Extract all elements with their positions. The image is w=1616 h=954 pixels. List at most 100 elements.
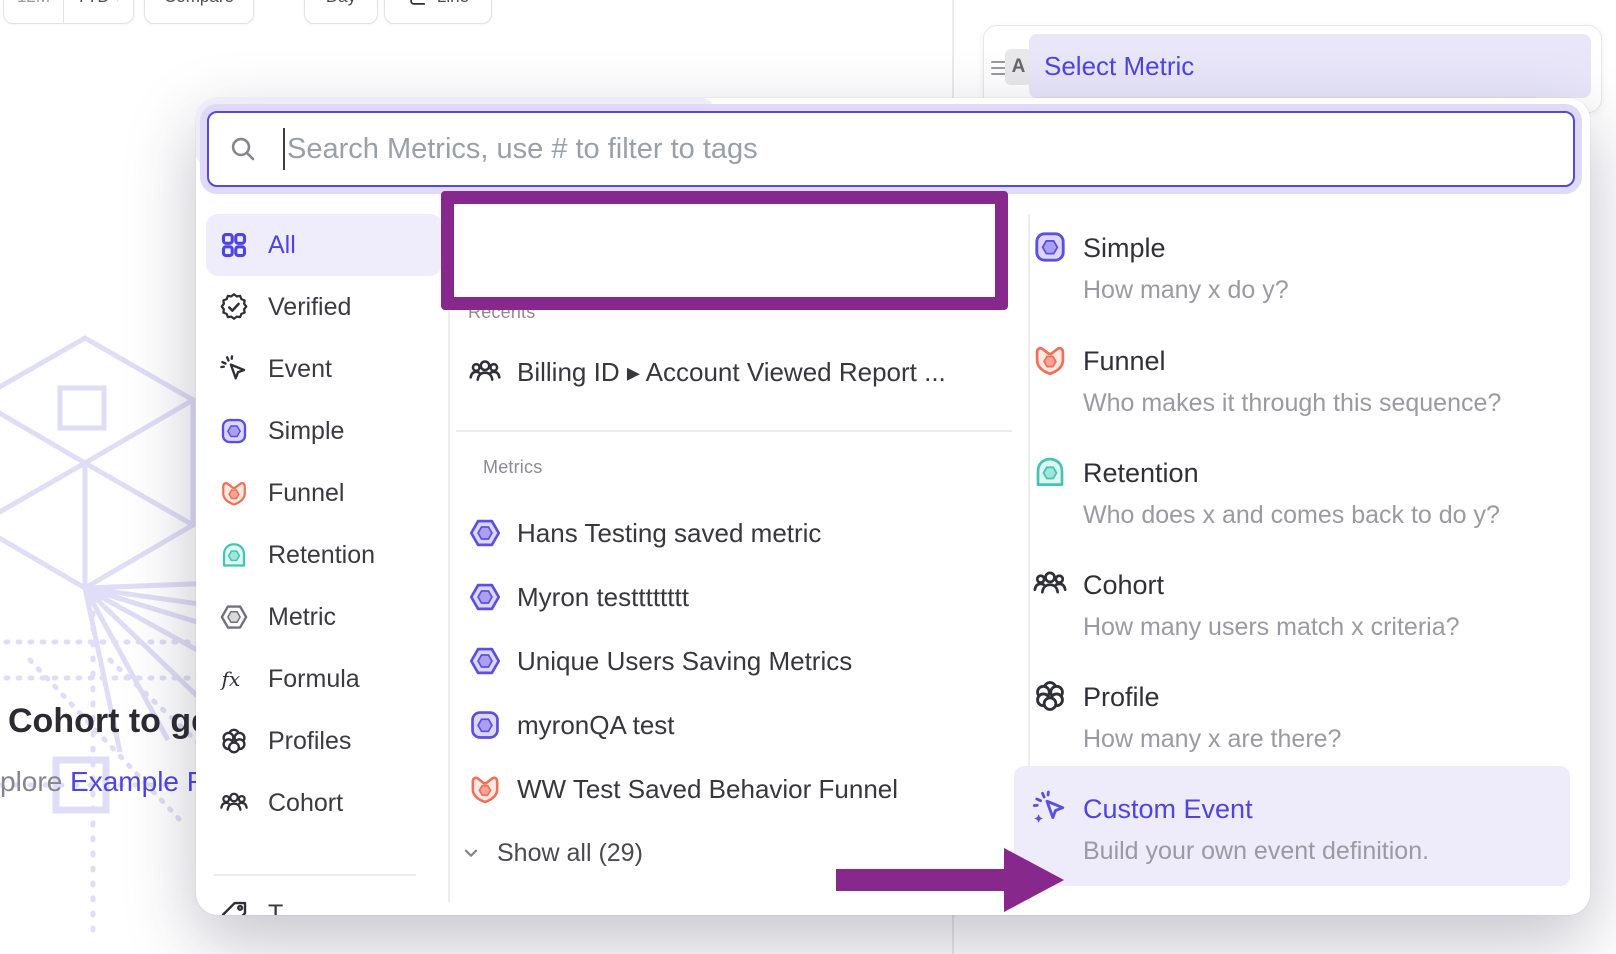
metric-type-description: How many users match x criteria? [1083,612,1460,642]
search-box [207,111,1575,187]
sidebar-item-funnel[interactable]: Funnel [206,462,442,524]
metric-type-custom-event[interactable]: Custom Event Build your own event defini… [1014,766,1570,886]
range-12m-button[interactable]: 12M [5,0,63,23]
funnel-icon [468,772,502,806]
metric-type-name: Simple [1083,231,1289,265]
metric-type-description: How many x are there? [1083,724,1341,754]
simple-icon [468,708,502,742]
recent-item-label: Billing ID ▸ Account Viewed Report ... [517,357,946,388]
line-chart-icon [407,0,429,8]
metric-item-label: Unique Users Saving Metrics [517,646,852,677]
show-all-toggle[interactable]: Show all (29) [460,833,643,873]
saved-metric-icon [468,580,502,614]
metric-item[interactable]: Myron testttttttt [456,565,1012,629]
select-metric-button[interactable]: Select Metric [1029,34,1591,98]
recents-list: Billing ID ▸ Account Viewed Report ... [456,349,1012,395]
chevron-down-icon: ▾ [114,0,120,4]
sidebar-item-label: Event [268,355,332,384]
metrics-list: Hans Testing saved metric Myron testttttt… [456,501,1012,821]
tag-icon [219,899,249,915]
sidebar-item-label: Verified [268,293,351,322]
sidebar-overflow-label: T [268,900,283,916]
empty-state-headline-fragment: Cohort to ge [8,702,210,741]
metric-item-label: Hans Testing saved metric [517,518,821,549]
retention-icon [1032,454,1068,490]
sidebar-item-metric[interactable]: Metric [206,586,442,648]
show-all-label: Show all (29) [497,839,643,868]
metric-type-description: Who does x and comes back to do y? [1083,500,1500,530]
funnel-icon [1032,342,1068,378]
metric-item-label: Myron testttttttt [517,582,689,613]
saved-metric-icon [468,516,502,550]
retention-icon [219,540,249,570]
metric-type-profile[interactable]: Profile How many x are there? [1014,680,1570,754]
chart-type-line-button[interactable]: Line [384,0,492,24]
event-icon [219,354,249,384]
sidebar-item-cohort[interactable]: Cohort [206,772,442,834]
simple-icon [219,416,249,446]
formula-icon: fx [219,664,249,694]
metric-type-retention[interactable]: Retention Who does x and comes back to d… [1014,456,1570,530]
metric-type-name: Cohort [1083,568,1460,602]
series-a-badge: A [1005,49,1032,85]
sidebar-item-tags-clipped[interactable]: T [206,894,455,915]
date-range-segmented-control[interactable]: 12M YTD ▾ [3,0,134,24]
compare-button[interactable]: Compare [144,0,254,24]
recent-item[interactable]: Billing ID ▸ Account Viewed Report ... [456,349,1012,395]
sidebar-item-label: Funnel [268,479,344,508]
metric-type-name: Custom Event [1083,792,1429,826]
metric-item[interactable]: Unique Users Saving Metrics [456,629,1012,693]
recents-metrics-divider [456,430,1012,432]
metric-item-label: WW Test Saved Behavior Funnel [517,774,898,805]
chevron-down-icon [460,842,482,864]
search-input[interactable] [209,113,1573,185]
metrics-section-header: Metrics [483,457,542,478]
cohort-icon [1032,566,1068,602]
sidebar-item-retention[interactable]: Retention [206,524,442,586]
sidebar-item-label: Metric [268,603,336,632]
sidebar-item-label: All [268,231,296,260]
explore-text-fragment: plore [0,766,62,797]
range-ytd-button[interactable]: YTD ▾ [63,0,133,23]
sidebar-item-event[interactable]: Event [206,338,442,400]
metric-type-name: Profile [1083,680,1341,714]
saved-metric-icon [468,644,502,678]
metric-item[interactable]: Hans Testing saved metric [456,501,1012,565]
metric-type-cohort[interactable]: Cohort How many users match x criteria? [1014,568,1570,642]
custom-event-icon [1032,790,1068,826]
metric-type-funnel[interactable]: Funnel Who makes it through this sequenc… [1014,344,1570,418]
sidebar-item-label: Cohort [268,789,343,818]
sidebar-divider [214,874,416,876]
recents-section-header: Recents [468,302,535,323]
metric-type-description: Who makes it through this sequence? [1083,388,1501,418]
category-sidebar: All Verified Event Simple Funnel Retention Met… [206,214,442,834]
metric-type-name: Retention [1083,456,1500,490]
metric-selector-modal: All Verified Event Simple Funnel Retention Met… [196,98,1590,915]
metric-type-name: Funnel [1083,344,1501,378]
profiles-icon [219,726,249,756]
profiles-icon [1032,678,1068,714]
metric-item[interactable]: myronQA test [456,693,1012,757]
sidebar-item-verified[interactable]: Verified [206,276,442,338]
metric-type-description: Build your own event definition. [1083,836,1429,866]
sidebar-item-profiles[interactable]: Profiles [206,710,442,772]
sidebar-item-label: Simple [268,417,344,446]
sidebar-item-simple[interactable]: Simple [206,400,442,462]
granularity-day-button[interactable]: Day [304,0,378,24]
simple-icon [1032,229,1068,265]
example-reports-link[interactable]: Example R [70,766,207,797]
metric-type-simple[interactable]: Simple How many x do y? [1014,231,1570,305]
sidebar-item-label: Retention [268,541,375,570]
sidebar-item-formula[interactable]: fx Formula [206,648,442,710]
metric-item[interactable]: WW Test Saved Behavior Funnel [456,757,1012,821]
sidebar-item-label: Profiles [268,727,351,756]
metric-icon [219,602,249,632]
sidebar-column-divider [448,214,450,902]
svg-text:fx: fx [220,667,241,691]
cohort-icon [468,355,502,389]
sidebar-item-label: Formula [268,665,360,694]
cohort-icon [219,788,249,818]
metric-type-description: How many x do y? [1083,275,1289,305]
sidebar-item-all[interactable]: All [206,214,442,276]
grid-icon [219,230,249,260]
